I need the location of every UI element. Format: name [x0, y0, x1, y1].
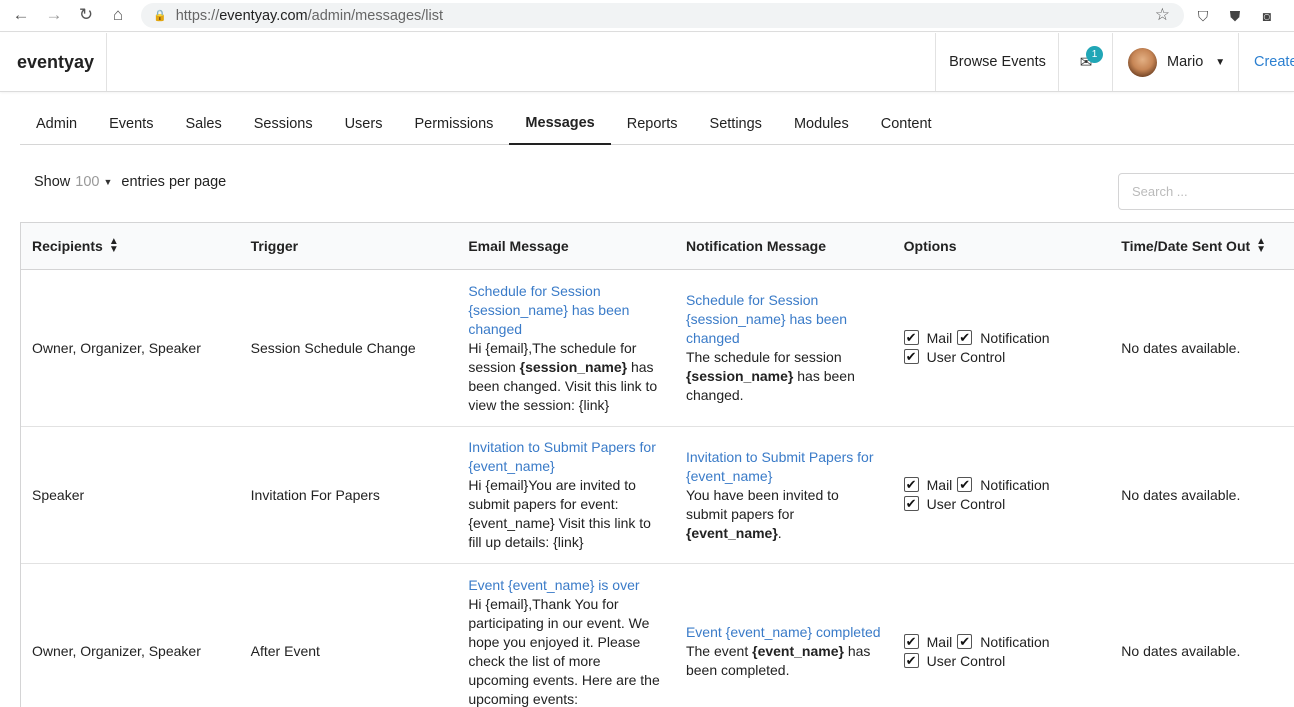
table-row: Owner, Organizer, Speaker Session Schedu…: [21, 270, 1294, 427]
trigger-cell: Session Schedule Change: [250, 339, 416, 356]
tab-sales[interactable]: Sales: [169, 102, 237, 145]
caret-down-icon[interactable]: ▼: [103, 177, 112, 187]
notification-checkbox[interactable]: [957, 632, 973, 651]
recipients-cell: Speaker: [32, 486, 85, 503]
tab-admin[interactable]: Admin: [20, 102, 93, 145]
url-host: eventyay.com: [219, 7, 308, 24]
page-size-control: Show 100 ▼ entries per page: [34, 174, 226, 190]
notifications-button[interactable]: ✉ 1: [1058, 33, 1113, 91]
notification-message-cell: Invitation to Submit Papers for {event_n…: [675, 427, 893, 563]
sort-icon[interactable]: ▲ ▼: [1256, 237, 1266, 255]
email-subject: Schedule for Session {session_name} has …: [468, 282, 630, 337]
trigger-cell: Invitation For Papers: [250, 486, 380, 503]
recipients-cell: Owner, Organizer, Speaker: [32, 339, 201, 356]
bookmark-star-icon[interactable]: ☆: [1155, 5, 1170, 25]
user-control-checkbox[interactable]: [903, 651, 919, 670]
column-header-notification: Notification Message: [685, 238, 826, 254]
tab-sessions[interactable]: Sessions: [238, 102, 329, 145]
create-link[interactable]: Create: [1238, 33, 1294, 91]
avatar: [1128, 47, 1157, 77]
table-row: Owner, Organizer, Speaker After Event Ev…: [21, 564, 1294, 707]
user-control-checkbox[interactable]: [903, 347, 919, 366]
browse-events-link[interactable]: Browse Events: [935, 33, 1059, 91]
url-path: /admin/messages/list: [307, 7, 444, 24]
sent-date-cell: No dates available.: [1121, 339, 1241, 356]
address-bar[interactable]: 🔒 https://eventyay.com/admin/messages/li…: [141, 3, 1184, 28]
reload-icon[interactable]: ↻: [70, 0, 102, 30]
email-subject: Invitation to Submit Papers for {event_n…: [468, 439, 656, 474]
tab-reports[interactable]: Reports: [611, 102, 694, 145]
tab-settings[interactable]: Settings: [694, 102, 778, 145]
tab-events[interactable]: Events: [93, 102, 169, 145]
search-input[interactable]: Search ...: [1118, 173, 1294, 210]
email-message-cell: Invitation to Submit Papers for {event_n…: [457, 427, 675, 563]
mail-checkbox[interactable]: [903, 632, 919, 651]
options-cell: MailNotification User Control: [893, 427, 1111, 563]
notification-checkbox[interactable]: [957, 328, 973, 347]
app-header: eventyay Browse Events ✉ 1 Mario ▼ Creat…: [0, 33, 1294, 92]
options-cell: MailNotification User Control: [893, 270, 1111, 426]
back-icon[interactable]: ←: [5, 0, 37, 30]
table-row: Speaker Invitation For Papers Invitation…: [21, 427, 1294, 564]
tab-messages[interactable]: Messages: [509, 102, 611, 145]
notification-badge: 1: [1086, 46, 1103, 63]
user-control-checkbox[interactable]: [903, 494, 919, 513]
url-prefix: https://: [175, 7, 220, 24]
sort-icon[interactable]: ▲ ▼: [109, 237, 119, 255]
column-header-email: Email Message: [468, 238, 569, 254]
brand-logo[interactable]: eventyay: [0, 33, 107, 91]
notification-checkbox[interactable]: [957, 475, 973, 494]
admin-tabs: Admin Events Sales Sessions Users Permis…: [20, 102, 1294, 145]
tab-content[interactable]: Content: [865, 102, 948, 145]
email-subject: Event {event_name} is over: [468, 576, 640, 593]
show-label: Show: [34, 174, 71, 190]
trigger-cell: After Event: [250, 643, 320, 659]
tab-modules[interactable]: Modules: [778, 102, 865, 145]
notification-message-cell: Schedule for Session {session_name} has …: [675, 270, 893, 426]
user-menu[interactable]: Mario ▼: [1112, 33, 1238, 91]
lock-icon: 🔒: [153, 10, 167, 22]
sent-date-cell: No dates available.: [1121, 486, 1241, 503]
table-header-row: Recipients ▲ ▼ Trigger Email Message Notif…: [21, 223, 1294, 270]
chevron-down-icon: ▼: [1215, 56, 1226, 68]
options-cell: MailNotification User Control: [893, 564, 1111, 707]
email-message-cell: Schedule for Session {session_name} has …: [457, 270, 675, 426]
privacy-shield-icon[interactable]: ⛊: [1224, 5, 1246, 27]
mail-checkbox[interactable]: [903, 475, 919, 494]
ublock-icon[interactable]: ⛉: [1192, 5, 1214, 27]
notification-subject: Schedule for Session {session_name} has …: [685, 292, 848, 346]
page-size-select[interactable]: 100: [75, 174, 99, 190]
home-icon[interactable]: ⌂: [102, 0, 134, 30]
user-name: Mario: [1167, 54, 1204, 70]
sent-date-cell: No dates available.: [1121, 643, 1241, 659]
notification-subject: Invitation to Submit Papers for {event_n…: [685, 448, 874, 484]
email-message-cell: Event {event_name} is over Hi {email},Th…: [457, 564, 675, 707]
browser-toolbar: ← → ↻ ⌂ 🔒 https://eventyay.com/admin/mes…: [0, 0, 1294, 32]
camera-icon[interactable]: ◙: [1256, 5, 1278, 27]
messages-table: Recipients ▲ ▼ Trigger Email Message Notif…: [20, 222, 1294, 707]
tab-users[interactable]: Users: [329, 102, 399, 145]
column-header-recipients[interactable]: Recipients ▲ ▼: [21, 237, 240, 255]
tab-permissions[interactable]: Permissions: [398, 102, 509, 145]
mail-checkbox[interactable]: [903, 328, 919, 347]
entries-label: entries per page: [121, 174, 227, 190]
forward-icon[interactable]: →: [38, 0, 70, 30]
notification-message-cell: Event {event_name} completed The event {…: [685, 624, 881, 678]
recipients-cell: Owner, Organizer, Speaker: [32, 643, 201, 659]
column-header-sent[interactable]: Time/Date Sent Out ▲ ▼: [1110, 237, 1294, 255]
notification-subject: Event {event_name} completed: [685, 624, 881, 640]
column-header-trigger: Trigger: [250, 238, 299, 254]
column-header-options: Options: [903, 238, 957, 254]
